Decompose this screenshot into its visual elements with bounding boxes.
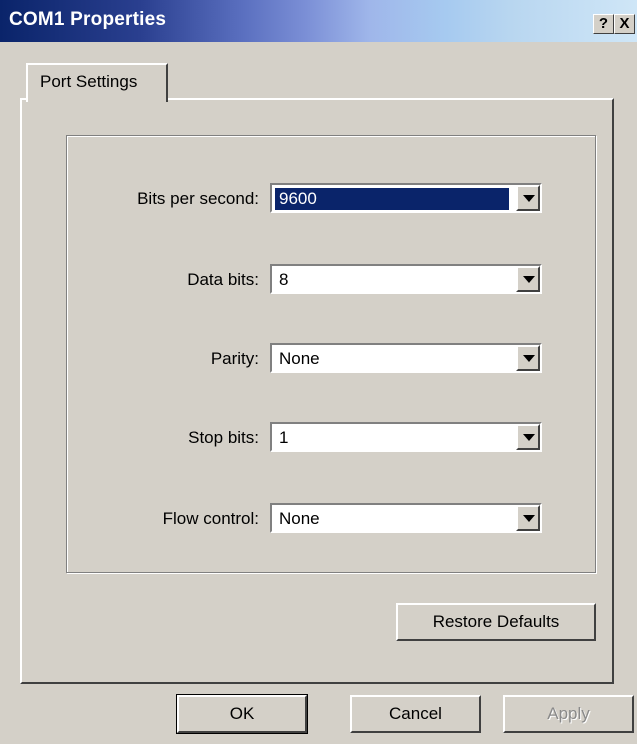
restore-defaults-button[interactable]: Restore Defaults (396, 603, 596, 641)
title-bar[interactable]: COM1 Properties ? X (0, 0, 637, 42)
data-bits-label: Data bits: (187, 270, 259, 289)
ok-button[interactable]: OK (176, 694, 308, 734)
parity-value: None (279, 349, 320, 368)
stop-bits-value: 1 (279, 428, 289, 447)
parity-label: Parity: (210, 349, 259, 368)
data-bits-value: 8 (279, 270, 289, 289)
help-button[interactable]: ? (593, 14, 614, 34)
chevron-down-icon[interactable] (516, 185, 540, 211)
close-button[interactable]: X (614, 14, 635, 34)
tab-port-settings[interactable]: Port Settings (26, 63, 168, 102)
tab-label: Port Settings (40, 72, 138, 91)
flow-control-select[interactable]: None (270, 503, 542, 533)
parity-select[interactable]: None (270, 343, 542, 373)
chevron-down-icon[interactable] (516, 505, 540, 531)
flow-control-label: Flow control: (162, 509, 259, 528)
cancel-button[interactable]: Cancel (350, 695, 481, 733)
chevron-down-icon[interactable] (516, 266, 540, 292)
apply-button[interactable]: Apply (503, 695, 634, 733)
bits-per-second-label: Bits per second: (137, 189, 259, 208)
chevron-down-icon[interactable] (516, 424, 540, 450)
data-bits-select[interactable]: 8 (270, 264, 542, 294)
bits-per-second-select[interactable]: 9600 (270, 183, 542, 213)
chevron-down-icon[interactable] (516, 345, 540, 371)
stop-bits-label: Stop bits: (188, 428, 259, 447)
bits-per-second-value: 9600 (275, 188, 509, 210)
flow-control-value: None (279, 509, 320, 528)
window-title: COM1 Properties (9, 9, 167, 30)
stop-bits-select[interactable]: 1 (270, 422, 542, 452)
